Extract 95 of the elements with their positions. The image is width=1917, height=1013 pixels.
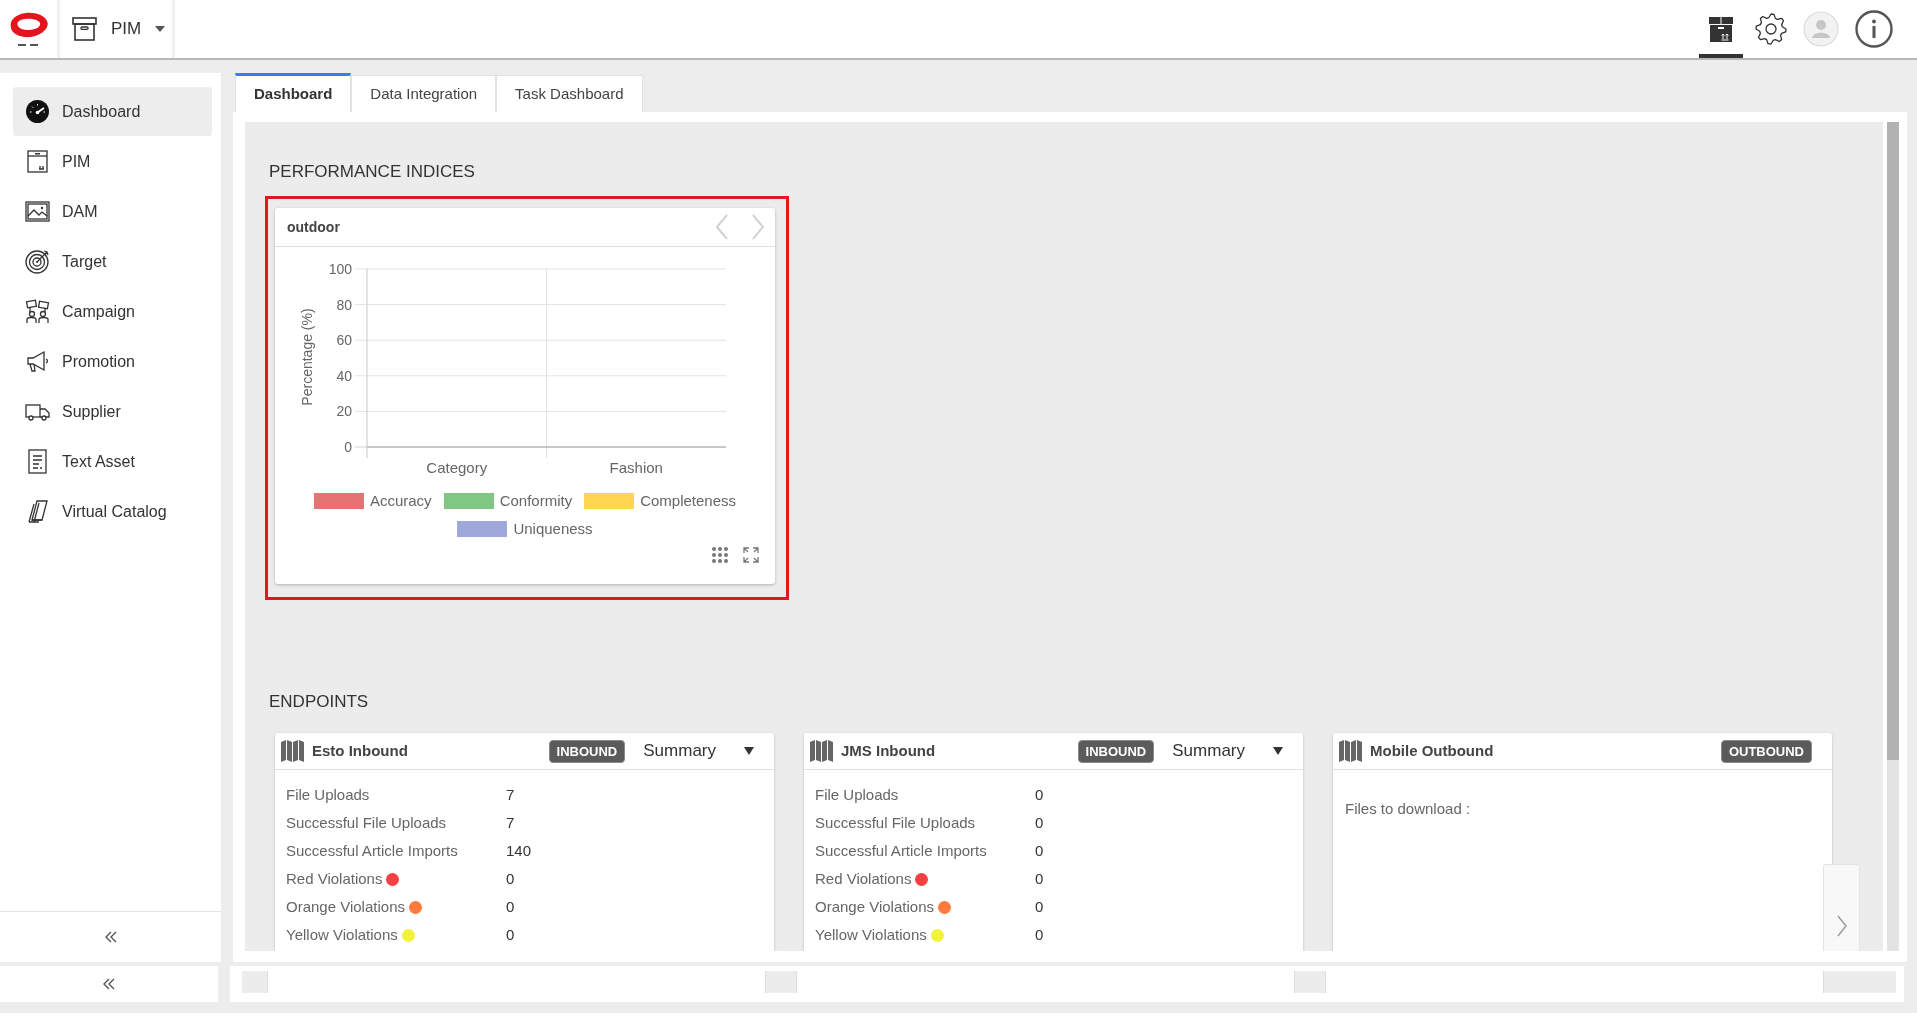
card-title: Esto Inbound [312, 740, 408, 761]
card-title: outdoor [287, 217, 340, 237]
axis-tick-label: 0 [344, 439, 352, 455]
tab[interactable]: Dashboard [235, 73, 352, 112]
dot-grid-icon [712, 547, 728, 563]
category-label: Category [426, 459, 488, 476]
chevron-left-icon [715, 214, 729, 240]
stat-value: 0 [1035, 840, 1044, 861]
document-icon [25, 449, 50, 474]
stat-value: 0 [506, 924, 515, 945]
stat-label: Successful File Uploads [286, 812, 447, 833]
stat-label: Successful File Uploads [815, 812, 976, 833]
people-with-signs-icon [25, 299, 50, 324]
stat-label: Red Violations [286, 868, 383, 889]
status-badge: INBOUND [548, 739, 626, 763]
tab[interactable]: Data Integration [351, 75, 497, 112]
stat-value: 0 [1035, 812, 1044, 833]
stat-value: 0 [1035, 896, 1044, 917]
folded-map-icon [810, 740, 834, 762]
stat-label: Orange Violations [815, 896, 934, 917]
status-badge: OUTBOUND [1720, 739, 1812, 763]
chevron-right-icon [751, 214, 765, 240]
previous-button[interactable] [715, 214, 729, 240]
gauge-icon [25, 99, 50, 124]
sidebar-item[interactable]: PIM [13, 137, 212, 186]
sidebar-item[interactable]: Promotion [13, 337, 212, 386]
status-badge: INBOUND [1077, 739, 1155, 763]
megaphone-icon [25, 349, 50, 374]
axis-title: Percentage (%) [299, 308, 315, 406]
double-chevron-left-icon [102, 977, 116, 991]
stat-label: Yellow Violations [815, 924, 927, 945]
collapse-button[interactable] [0, 966, 218, 1002]
stat-value: 7 [506, 812, 515, 833]
box-icon [25, 149, 50, 174]
sidebar-item[interactable]: Target [13, 237, 212, 286]
axis-tick-label: 40 [336, 367, 352, 384]
chevron-right-icon [1836, 915, 1847, 937]
picture-icon [25, 199, 50, 224]
sidebar-item[interactable]: DAM [13, 187, 212, 236]
caret-icon [1273, 747, 1283, 755]
card-title: Mobile Outbound [1370, 740, 1494, 761]
section-title: PERFORMANCE INDICES [269, 162, 475, 182]
grid-button[interactable] [712, 547, 728, 563]
next-button[interactable] [751, 214, 765, 240]
caret-icon [744, 747, 754, 755]
info-icon [1855, 10, 1893, 48]
legend-label: Conformity [499, 490, 573, 511]
legend-label: Accuracy [369, 490, 432, 511]
sidebar-item[interactable]: Virtual Catalog [13, 487, 212, 536]
caret-icon [155, 26, 166, 32]
sidebar-item[interactable]: Campaign [13, 287, 212, 336]
stat-label: Yellow Violations [286, 924, 398, 945]
stat-value: 0 [1035, 924, 1044, 945]
legend-label: Completeness [640, 490, 737, 511]
stat-value: 7 [506, 784, 515, 805]
stat-label: Orange Violations [286, 896, 405, 917]
scrollbar-thumb[interactable] [1887, 122, 1899, 761]
package-icon [1707, 15, 1735, 43]
stat-label: Red Violations [815, 868, 912, 889]
stat-label: File Uploads [815, 784, 899, 805]
stat-value: 0 [506, 868, 515, 889]
axis-tick-label: 80 [336, 296, 352, 313]
body-text: Files to download : [1344, 799, 1472, 819]
category-label: Fashion [609, 459, 663, 476]
archive-box-icon [72, 17, 97, 41]
stat-label: File Uploads [286, 784, 370, 805]
axis-tick-label: 100 [328, 261, 352, 277]
stat-value: 0 [1035, 784, 1044, 805]
view-dropdown[interactable]: Summary [643, 738, 754, 764]
sidebar-item[interactable]: Dashboard [13, 87, 212, 136]
module-menu-button[interactable]: PIM [72, 16, 166, 42]
axis-tick-label: 60 [336, 332, 352, 349]
stat-label: Successful Article Imports [815, 840, 987, 861]
target-icon [25, 249, 50, 274]
sidebar-item[interactable]: Text Asset [13, 437, 212, 486]
view-dropdown[interactable]: Summary [1172, 738, 1283, 764]
folded-map-icon [1339, 740, 1363, 762]
stat-value: 0 [506, 896, 515, 917]
card-title: JMS Inbound [841, 740, 936, 761]
double-chevron-left-icon [103, 930, 118, 944]
expand-icon [743, 547, 759, 563]
stat-value: 0 [1035, 868, 1044, 889]
tab[interactable]: Task Dashboard [496, 75, 643, 112]
stat-label: Successful Article Imports [286, 840, 458, 861]
next-button[interactable] [1823, 864, 1860, 951]
axis-tick-label: 20 [336, 403, 352, 420]
legend-label: Uniqueness [513, 518, 593, 539]
section-title: ENDPOINTS [269, 691, 369, 713]
expand-button[interactable] [743, 547, 759, 563]
sidebar-item[interactable]: Supplier [13, 387, 212, 436]
settings-icon [1755, 13, 1787, 45]
folded-map-icon [281, 740, 305, 762]
book-icon [25, 499, 50, 524]
stat-value: 140 [506, 840, 532, 861]
avatar-icon [1803, 11, 1839, 47]
